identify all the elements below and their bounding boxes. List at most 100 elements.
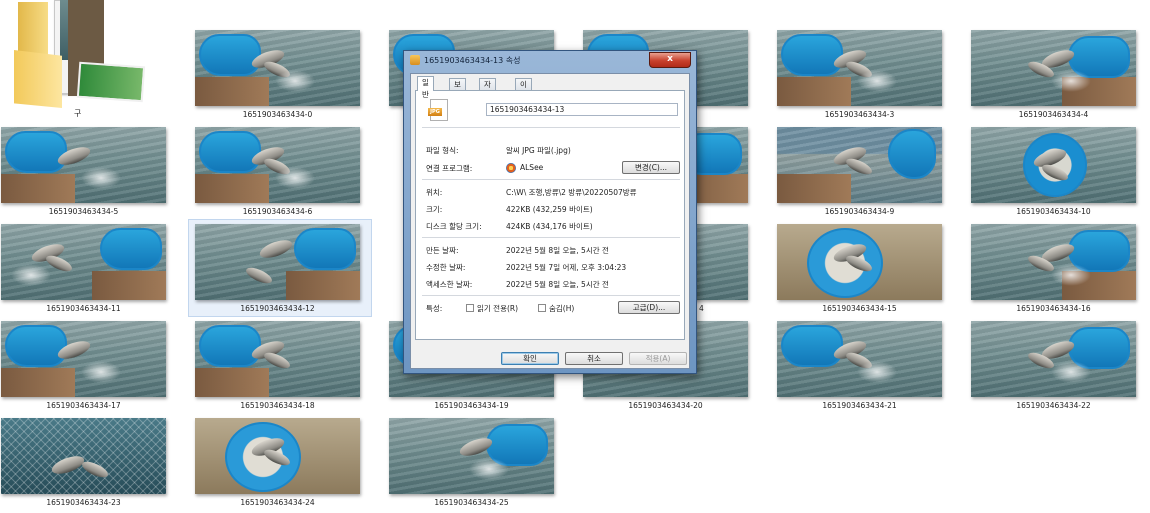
divider (422, 295, 680, 296)
file-type-badge: JPG (428, 108, 442, 116)
thumbnail-label: 1651903463434-15 (822, 304, 897, 313)
thumbnail-image (1, 224, 166, 300)
thumbnail-image (971, 30, 1136, 106)
modified-label: 수정한 날짜: (426, 263, 466, 272)
thumbnail-image (1, 127, 166, 203)
close-button[interactable]: x (649, 52, 691, 68)
folder-icon[interactable]: 구 (14, 0, 146, 120)
modified-value: 2022년 5월 7일 어제, 오후 3:04:23 (506, 263, 627, 272)
thumbnail-item[interactable]: 1651903463434-3 (777, 30, 945, 125)
disk-size-label: 디스크 할당 크기: (426, 222, 482, 231)
thumbnail-label: 1651903463434-17 (46, 401, 121, 410)
folder-preview-photo (76, 61, 146, 103)
file-type-label: 파일 형식: (426, 146, 459, 155)
thumbnail-image (971, 224, 1136, 300)
thumbnail-item[interactable]: 1651903463434-11 (1, 224, 169, 319)
created-label: 만든 날짜: (426, 246, 459, 255)
thumbnail-item[interactable]: 1651903463434-15 (777, 224, 945, 319)
thumbnail-item[interactable]: 1651903463434-17 (1, 321, 169, 416)
thumbnail-item[interactable]: 1651903463434-4 (971, 30, 1139, 125)
thumbnail-label: 1651903463434-21 (822, 401, 897, 410)
size-value: 422KB (432,259 바이트) (506, 205, 593, 214)
thumbnail-item[interactable]: 1651903463434-22 (971, 321, 1139, 416)
location-label: 위치: (426, 188, 443, 197)
thumbnail-item[interactable]: 1651903463434-10 (971, 127, 1139, 222)
divider (422, 179, 680, 180)
thumbnail-image (777, 321, 942, 397)
ok-button[interactable]: 확인 (501, 352, 559, 365)
advanced-button[interactable]: 고급(D)... (618, 301, 680, 314)
thumbnail-label: 1651903463434-4 (1018, 110, 1089, 119)
thumbnail-image (777, 224, 942, 300)
thumbnail-item[interactable]: 1651903463434-5 (1, 127, 169, 222)
change-button[interactable]: 변경(C)... (622, 161, 680, 174)
dialog-body: 일반 보안 자세히 이전 버전 JPG 1651903463434-13 파일 … (410, 73, 690, 369)
thumbnail-image (389, 418, 554, 494)
location-value: C:\W\ 조행,방류\2 방류\20220507방류 (506, 188, 637, 197)
dialog-titlebar[interactable]: 1651903463434-13 속성 x (404, 51, 696, 69)
thumbnail-image (195, 127, 360, 203)
tab-previous-versions[interactable]: 이전 버전 (515, 78, 532, 125)
thumbnail-item[interactable]: 1651903463434-25 (389, 418, 557, 513)
thumbnail-label: 1651903463434-3 (824, 110, 895, 119)
thumbnail-item-selected[interactable]: 1651903463434-12 (188, 219, 372, 317)
properties-dialog: 1651903463434-13 속성 x 일반 보안 자세히 이전 버전 JP… (403, 50, 697, 374)
divider (422, 127, 680, 128)
thumbnail-label: 1651903463434-5 (48, 207, 119, 216)
thumbnail-item[interactable]: 1651903463434-23 (1, 418, 169, 513)
thumbnail-label: 1651903463434-9 (824, 207, 895, 216)
thumbnail-label: 1651903463434-6 (242, 207, 313, 216)
readonly-label: 읽기 전용(R) (477, 304, 519, 313)
tab-details[interactable]: 자세히 (479, 78, 496, 113)
accessed-value: 2022년 5월 8일 오늘, 5시간 전 (506, 280, 609, 289)
thumbnail-image (195, 418, 360, 494)
thumbnail-image (777, 30, 942, 106)
thumbnail-item[interactable]: 1651903463434-18 (195, 321, 363, 416)
thumbnail-item[interactable]: 1651903463434-9 (777, 127, 945, 222)
filename-input[interactable]: 1651903463434-13 (486, 103, 678, 116)
size-label: 크기: (426, 205, 443, 214)
file-type-value: 알씨 JPG 파일(.jpg) (506, 146, 571, 155)
thumbnail-image (195, 321, 360, 397)
cancel-button[interactable]: 취소 (565, 352, 623, 365)
thumbnail-item[interactable]: 1651903463434-21 (777, 321, 945, 416)
apply-button[interactable]: 적용(A) (629, 352, 687, 365)
hidden-checkbox[interactable] (538, 304, 546, 312)
thumbnail-item[interactable]: 1651903463434-6 (195, 127, 363, 222)
thumbnail-item[interactable]: 1651903463434-24 (195, 418, 363, 513)
thumbnail-image (777, 127, 942, 203)
folder-front (14, 50, 62, 108)
opens-with-label: 연결 프로그램: (426, 164, 473, 173)
thumbnail-label: 1651903463434-19 (434, 401, 509, 410)
alsee-app-icon (506, 163, 516, 173)
opens-with-value: ALSee (520, 163, 544, 172)
hidden-label: 숨김(H) (549, 304, 575, 313)
thumbnail-image (1, 321, 166, 397)
thumbnail-label: 1651903463434-0 (242, 110, 313, 119)
readonly-checkbox[interactable] (466, 304, 474, 312)
thumbnail-image (195, 224, 360, 300)
thumbnail-image (971, 321, 1136, 397)
general-panel: JPG 1651903463434-13 파일 형식: 알씨 JPG 파일(.j… (415, 90, 685, 340)
tab-general[interactable]: 일반 (417, 76, 434, 99)
thumbnail-item[interactable]: 1651903463434-16 (971, 224, 1139, 319)
thumbnail-label: 1651903463434-11 (46, 304, 121, 313)
created-value: 2022년 5월 8일 오늘, 5시간 전 (506, 246, 609, 255)
tab-security[interactable]: 보안 (449, 78, 466, 101)
thumbnail-label: 1651903463434-16 (1016, 304, 1091, 313)
thumbnail-item[interactable]: 1651903463434-0 (195, 30, 363, 125)
jpg-file-icon (410, 55, 420, 65)
folder-label: 구 (74, 109, 82, 118)
divider (422, 237, 680, 238)
disk-size-value: 424KB (434,176 바이트) (506, 222, 593, 231)
dialog-title: 1651903463434-13 속성 (424, 56, 521, 65)
thumbnail-label: 1651903463434-20 (628, 401, 703, 410)
jpg-file-icon: JPG (428, 99, 448, 121)
thumbnail-label: 4 (699, 304, 704, 313)
thumbnail-label: 1651903463434-18 (240, 401, 315, 410)
thumbnail-image (971, 127, 1136, 203)
thumbnail-label: 1651903463434-22 (1016, 401, 1091, 410)
thumbnail-image (1, 418, 166, 494)
accessed-label: 액세스한 날짜: (426, 280, 473, 289)
thumbnail-label: 1651903463434-12 (240, 304, 315, 313)
